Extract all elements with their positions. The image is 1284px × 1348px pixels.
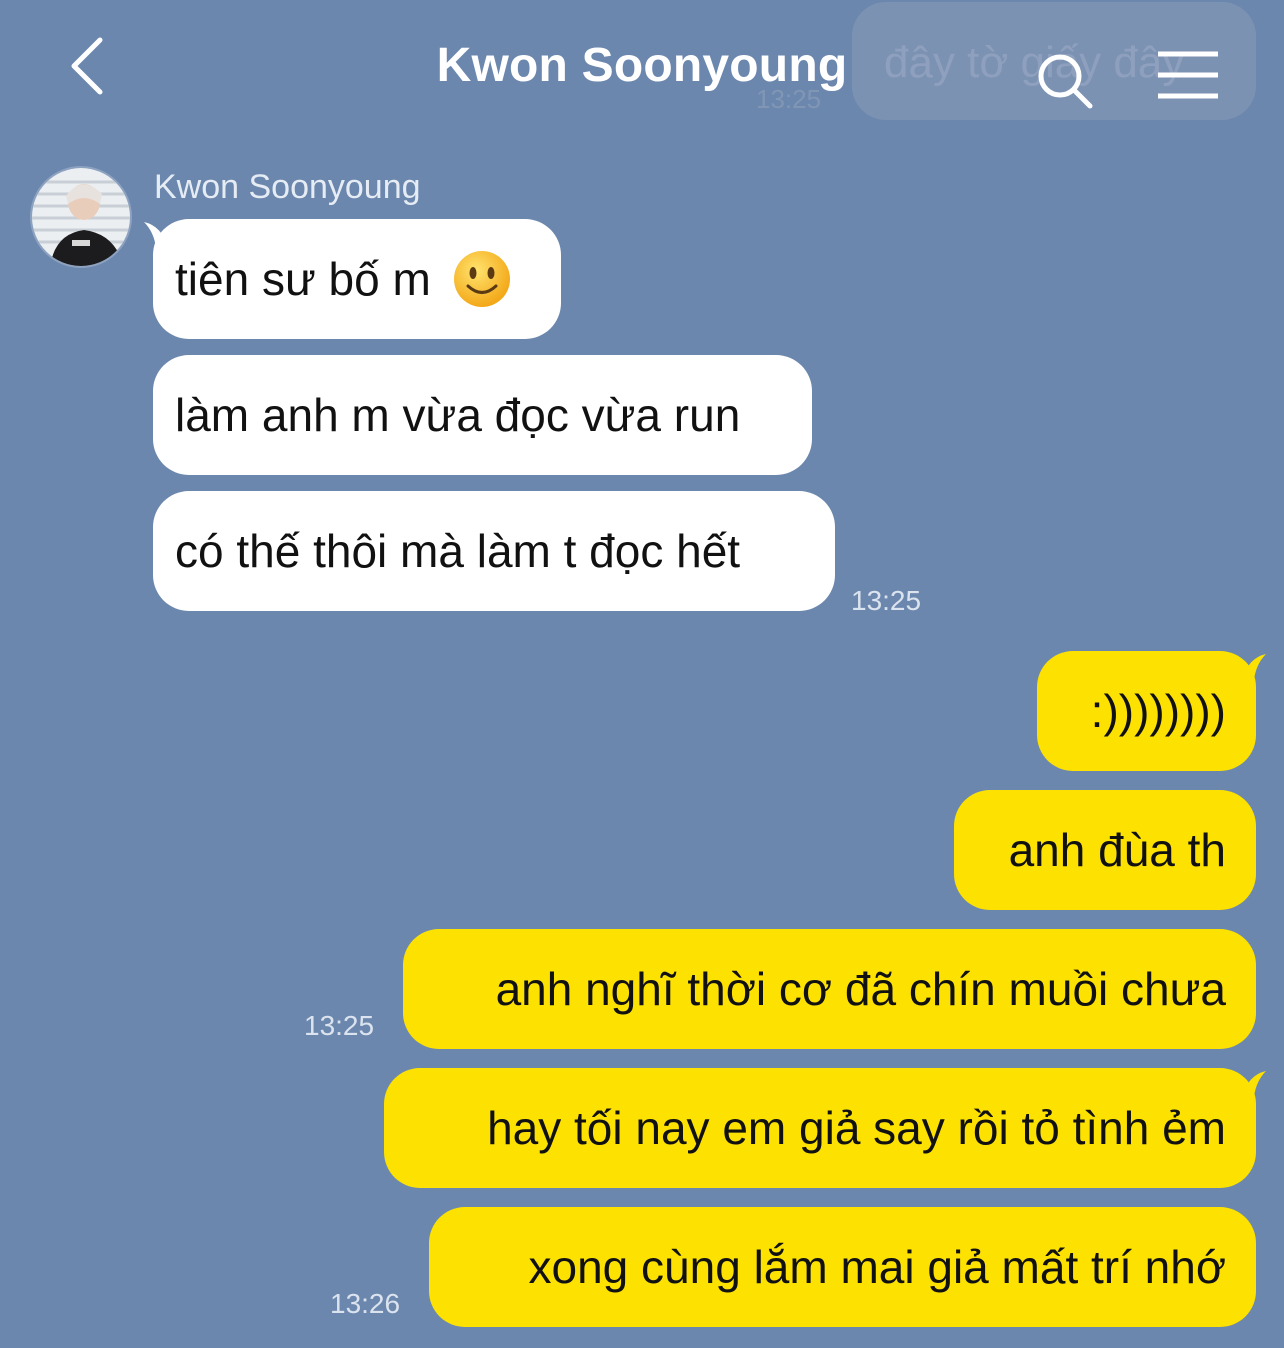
- outgoing-message[interactable]: hay tối nay em giả say rồi tỏ tình ẻm: [384, 1068, 1256, 1188]
- message-text: xong cùng lắm mai giả mất trí nhớ: [528, 1241, 1226, 1293]
- incoming-message[interactable]: có thế thôi mà làm t đọc hết: [153, 491, 835, 611]
- outgoing-message[interactable]: anh nghĩ thời cơ đã chín muồi chưa: [403, 929, 1256, 1049]
- outgoing-message[interactable]: xong cùng lắm mai giả mất trí nhớ: [429, 1207, 1256, 1327]
- chat-header: đây tờ giấy đây 13:25 Kwon Soonyoung: [0, 0, 1284, 140]
- avatar[interactable]: [30, 166, 132, 268]
- message-text: tiên sư bố m: [175, 253, 431, 305]
- message-timestamp: 13:26: [330, 1288, 401, 1319]
- message-text: làm anh m vừa đọc vừa run: [175, 389, 741, 441]
- message-timestamp: 13:25: [851, 585, 922, 616]
- search-icon[interactable]: [1030, 46, 1100, 116]
- message-timestamp: 13:25: [304, 1010, 375, 1041]
- message-text: anh nghĩ thời cơ đã chín muồi chưa: [495, 963, 1226, 1015]
- hamburger-menu-icon[interactable]: [1156, 48, 1220, 102]
- incoming-message[interactable]: làm anh m vừa đọc vừa run: [153, 355, 812, 475]
- outgoing-message[interactable]: anh đùa th: [954, 790, 1256, 910]
- message-text: hay tối nay em giả say rồi tỏ tình ẻm: [487, 1102, 1226, 1154]
- sender-name: Kwon Soonyoung: [154, 168, 421, 206]
- message-text: :)))))))): [1090, 685, 1226, 737]
- incoming-message[interactable]: tiên sư bố m: [153, 219, 561, 339]
- outgoing-message[interactable]: :)))))))): [1037, 651, 1256, 771]
- message-text: anh đùa th: [1008, 824, 1226, 876]
- slightly-smiling-face-icon: [453, 250, 510, 307]
- message-text: có thế thôi mà làm t đọc hết: [175, 525, 741, 577]
